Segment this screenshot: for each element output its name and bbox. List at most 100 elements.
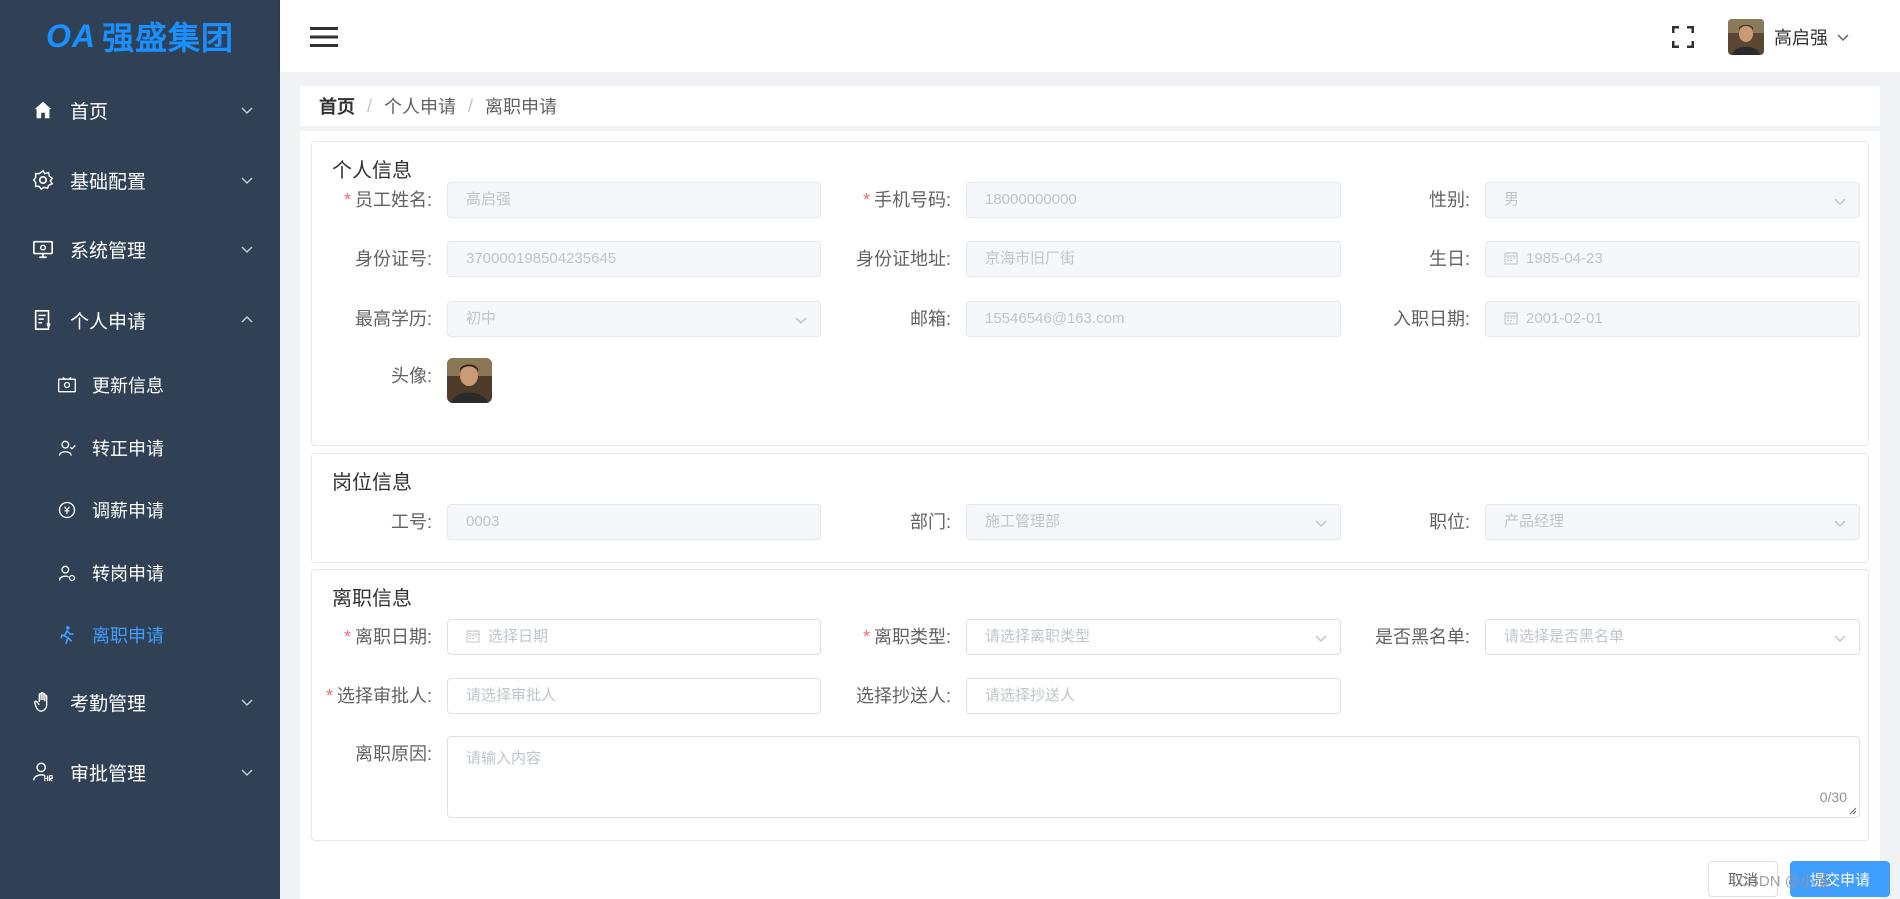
user-dropdown[interactable]: 高启强 — [1728, 19, 1850, 55]
avatar-upload[interactable] — [447, 358, 492, 403]
sidebar-subitem-regularization[interactable]: 转正申请 — [0, 423, 280, 473]
sidebar-item-home[interactable]: 首页 — [0, 82, 280, 138]
resignation-date-picker[interactable]: 选择日期 — [447, 619, 821, 655]
sidebar-item-approval[interactable]: 审批管理 — [0, 744, 280, 800]
hire-date-picker[interactable]: 2001-02-01 — [1485, 301, 1860, 337]
coin-icon — [56, 499, 78, 521]
gender-select[interactable]: 男 — [1485, 182, 1860, 218]
role-select-value: 产品经理 — [1504, 513, 1565, 530]
resignation-date-placeholder: 选择日期 — [488, 628, 549, 645]
sidebar: OA 强盛集团 首页 基础配置 系统管理 个人申请 更新信息 转正申请 调薪申请… — [0, 0, 280, 899]
sidebar-subitem-salary-adjust[interactable]: 调薪申请 — [0, 485, 280, 535]
position-info-section: 岗位信息 工号: 0003 部门: 施工管理部 职位: 产品经理 — [311, 453, 1869, 563]
birthday-label: 生日: — [1428, 249, 1470, 269]
chevron-down-icon — [241, 246, 253, 254]
chevron-down-icon — [1315, 635, 1327, 643]
blacklist-label: 是否黑名单: — [1374, 627, 1470, 647]
resignation-date-label-text: 离职日期: — [354, 627, 432, 647]
resignation-info-section: 离职信息 * 离职日期: 选择日期 * 离职类型: 请选择离职类型 是否黑名单: 请… — [311, 569, 1869, 841]
blacklist-select[interactable]: 请选择是否黑名单 — [1485, 619, 1860, 655]
char-counter: 0/30 — [1819, 789, 1847, 805]
sidebar-item-system[interactable]: 系统管理 — [0, 221, 280, 277]
phone-label-text: 手机号码: — [873, 190, 951, 210]
breadcrumb-separator: / — [468, 95, 474, 116]
home-icon — [30, 97, 56, 123]
watermark: CSDN @小溪 — [1738, 873, 1830, 890]
cc-input[interactable]: 请选择抄送人 — [966, 678, 1341, 714]
sidebar-subitem-label: 调薪申请 — [92, 501, 164, 521]
chevron-down-icon — [1834, 520, 1846, 528]
department-label: 部门: — [909, 512, 951, 532]
id-address-label: 身份证地址: — [855, 249, 951, 269]
breadcrumb-item-resignation: 离职申请 — [485, 97, 558, 117]
education-select[interactable]: 初中 — [447, 301, 821, 337]
app-logo[interactable]: OA 强盛集团 — [0, 0, 280, 72]
resignation-type-placeholder: 请选择离职类型 — [985, 628, 1091, 645]
approver-label-text: 选择审批人: — [336, 686, 432, 706]
chevron-down-icon — [241, 177, 253, 185]
hamburger-menu-icon[interactable] — [310, 26, 338, 48]
resize-handle-icon[interactable] — [1847, 805, 1857, 815]
section-title-personal: 个人信息 — [332, 160, 412, 182]
top-navbar: 高启强 — [280, 0, 1900, 72]
chevron-down-icon — [1837, 34, 1849, 42]
calendar-icon — [1504, 252, 1518, 265]
phone-label: * 手机号码: — [831, 182, 951, 218]
gender-select-value: 男 — [1504, 191, 1520, 208]
document-user-icon — [30, 307, 56, 333]
sidebar-item-attendance[interactable]: 考勤管理 — [0, 674, 280, 730]
job-number-field[interactable]: 0003 — [447, 504, 821, 540]
sidebar-item-basic-config[interactable]: 基础配置 — [0, 152, 280, 208]
sidebar-subitem-transfer[interactable]: 转岗申请 — [0, 548, 280, 598]
monitor-icon — [30, 236, 56, 262]
chevron-up-icon — [241, 315, 253, 323]
breadcrumb: 首页 / 个人申请 / 离职申请 — [300, 86, 1880, 126]
breadcrumb-item-home[interactable]: 首页 — [319, 93, 355, 119]
breadcrumb-separator: / — [367, 95, 373, 116]
id-number-field[interactable]: 370000198504235645 — [447, 241, 821, 277]
education-select-value: 初中 — [466, 310, 497, 327]
required-mark: * — [343, 627, 351, 647]
reason-textarea[interactable]: 请输入内容 0/30 — [447, 736, 1860, 818]
phone-field[interactable]: 18000000000 — [966, 182, 1341, 218]
chevron-down-icon — [241, 107, 253, 115]
sidebar-item-label: 基础配置 — [70, 171, 147, 193]
sidebar-subitem-resignation[interactable]: 离职申请 — [0, 610, 280, 660]
department-select[interactable]: 施工管理部 — [966, 504, 1341, 540]
required-mark: * — [862, 190, 870, 210]
sidebar-item-label: 首页 — [70, 101, 109, 123]
sidebar-subitem-label: 离职申请 — [92, 626, 164, 646]
calendar-icon — [466, 630, 480, 643]
section-title-resignation: 离职信息 — [332, 588, 412, 610]
id-address-field[interactable]: 京海市旧厂街 — [966, 241, 1341, 277]
sidebar-item-label: 考勤管理 — [70, 693, 147, 715]
chevron-down-icon — [241, 699, 253, 707]
hire-date-label: 入职日期: — [1392, 309, 1470, 329]
birthday-date-picker[interactable]: 1985-04-23 — [1485, 241, 1860, 277]
fullscreen-icon[interactable] — [1672, 26, 1694, 48]
department-select-value: 施工管理部 — [985, 513, 1061, 530]
approver-input[interactable]: 请选择审批人 — [447, 678, 821, 714]
email-field[interactable]: 15546546@163.com — [966, 301, 1341, 337]
chevron-down-icon — [795, 317, 807, 325]
email-label: 邮箱: — [909, 309, 951, 329]
role-label: 职位: — [1428, 512, 1470, 532]
chevron-down-icon — [1315, 520, 1327, 528]
sidebar-subitem-label: 转岗申请 — [92, 564, 164, 584]
user-check-icon — [56, 437, 78, 459]
employee-name-label: * 员工姓名: — [312, 182, 432, 218]
personal-info-section: 个人信息 * 员工姓名: 高启强 * 手机号码: 18000000000 性别: 男… — [311, 141, 1869, 446]
hand-icon — [30, 689, 56, 715]
employee-name-field[interactable]: 高启强 — [447, 182, 821, 218]
id-number-label: 身份证号: — [354, 249, 432, 269]
approver-label: * 选择审批人: — [312, 678, 432, 714]
sidebar-item-personal-application[interactable]: 个人申请 — [0, 292, 280, 348]
role-select[interactable]: 产品经理 — [1485, 504, 1860, 540]
resignation-type-select[interactable]: 请选择离职类型 — [966, 619, 1341, 655]
birthday-value: 1985-04-23 — [1526, 250, 1603, 267]
section-title-position: 岗位信息 — [332, 472, 412, 494]
resignation-date-label: * 离职日期: — [312, 619, 432, 655]
required-mark: * — [343, 190, 351, 210]
sidebar-subitem-update-info[interactable]: 更新信息 — [0, 360, 280, 410]
gender-label: 性别: — [1428, 190, 1470, 210]
